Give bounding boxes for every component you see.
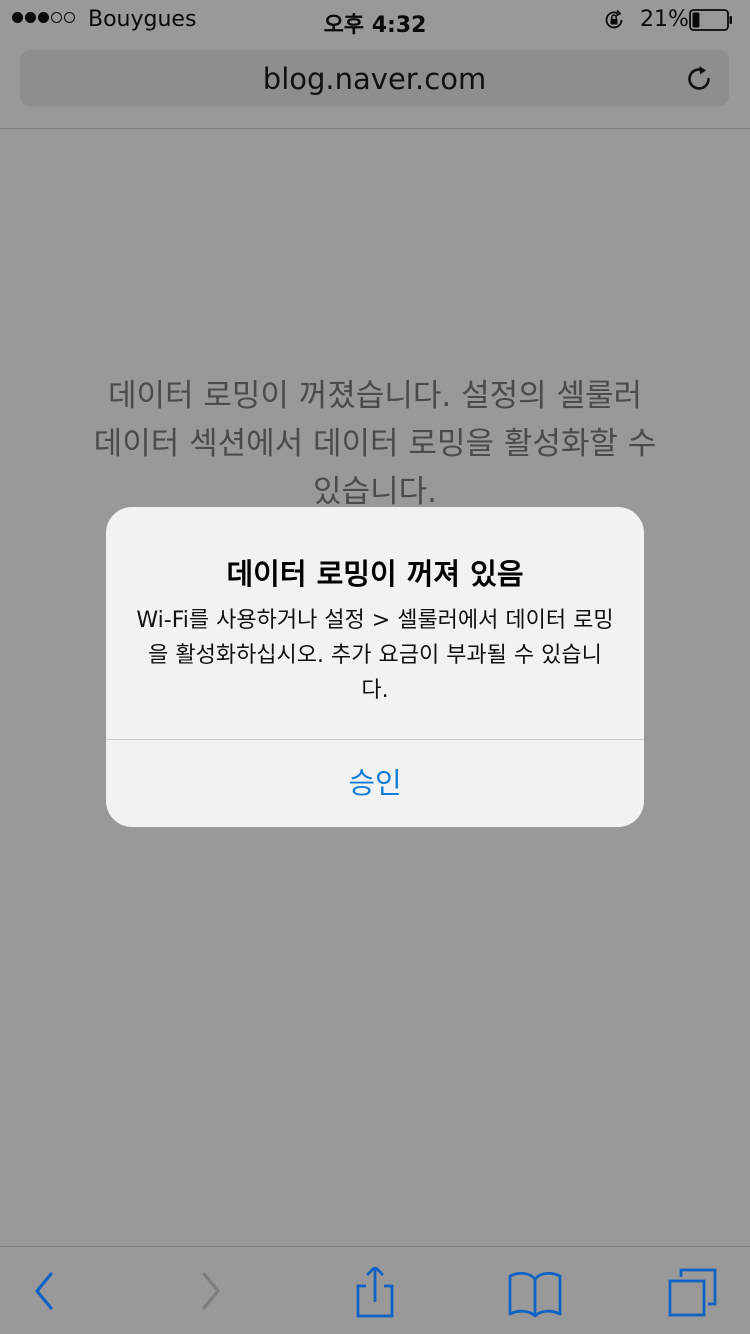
- battery-icon: [689, 9, 732, 31]
- bookmarks-icon[interactable]: [505, 1267, 565, 1323]
- share-icon[interactable]: [345, 1267, 405, 1323]
- tabs-icon[interactable]: [664, 1267, 724, 1323]
- data-roaming-alert: 데이터 로밍이 꺼져 있음 Wi-Fi를 사용하거나 설정 > 셀룰러에서 데이…: [106, 507, 644, 827]
- ok-button[interactable]: 승인: [106, 740, 644, 827]
- address-bar[interactable]: blog.naver.com: [20, 50, 729, 106]
- alert-message: Wi-Fi를 사용하거나 설정 > 셀룰러에서 데이터 로밍을 활성화하십시오.…: [136, 608, 614, 703]
- status-time: 오후 4:32: [323, 13, 427, 38]
- reload-icon[interactable]: [683, 62, 715, 94]
- battery-percentage: 21%: [640, 7, 689, 32]
- alert-title: 데이터 로밍이 꺼져 있음: [226, 557, 524, 591]
- status-bar: Bouygues 오후 4:32 21%: [0, 0, 750, 40]
- top-divider: [0, 128, 750, 129]
- orientation-lock-icon: [605, 9, 623, 29]
- roaming-off-page-message: 데이터 로밍이 꺼졌습니다. 설정의 셀룰러 데이터 섹션에서 데이터 로밍을 …: [93, 378, 657, 510]
- back-icon[interactable]: [13, 1267, 73, 1323]
- forward-icon[interactable]: [182, 1267, 242, 1323]
- bottom-toolbar: [0, 1246, 750, 1334]
- url-text[interactable]: blog.naver.com: [20, 62, 729, 96]
- safari-screen: Bouygues 오후 4:32 21% blog.naver.com 데이터 …: [0, 0, 750, 1334]
